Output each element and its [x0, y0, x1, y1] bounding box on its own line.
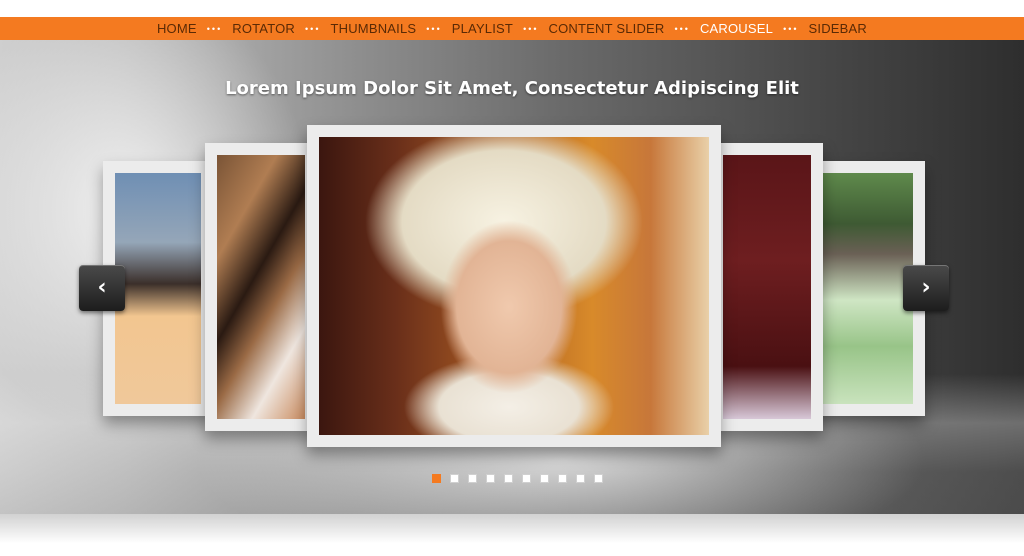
carousel-slide-right[interactable] [711, 143, 823, 431]
slide-photo [823, 173, 913, 404]
pagination-dot-3[interactable] [468, 474, 477, 483]
slide-photo-featured [319, 137, 709, 435]
nav-carousel[interactable]: CAROUSEL [700, 21, 773, 36]
stage-bottom-shadow [0, 514, 1024, 556]
nav-separator: ••• [523, 23, 539, 34]
top-strip [0, 0, 1024, 17]
pagination-dot-7[interactable] [540, 474, 549, 483]
nav-separator: ••• [674, 23, 690, 34]
chevron-left-icon: ‹ [97, 275, 107, 300]
carousel-stage: Lorem Ipsum Dolor Sit Amet, Consectetur … [0, 40, 1024, 514]
carousel-slide-center[interactable] [307, 125, 721, 447]
pagination-dot-5[interactable] [504, 474, 513, 483]
nav-thumbnails[interactable]: THUMBNAILS [330, 21, 416, 36]
pagination-dot-8[interactable] [558, 474, 567, 483]
nav-separator: ••• [783, 23, 799, 34]
nav-home[interactable]: HOME [157, 21, 197, 36]
nav-rotator[interactable]: ROTATOR [232, 21, 295, 36]
nav-playlist[interactable]: PLAYLIST [452, 21, 513, 36]
slide-photo [723, 155, 811, 419]
pagination-dot-9[interactable] [576, 474, 585, 483]
slide-caption: Lorem Ipsum Dolor Sit Amet, Consectetur … [225, 78, 799, 99]
nav-content-slider[interactable]: CONTENT SLIDER [549, 21, 665, 36]
pagination-dot-10[interactable] [594, 474, 603, 483]
chevron-right-icon: › [921, 275, 931, 300]
next-button[interactable]: › [903, 265, 949, 311]
prev-button[interactable]: ‹ [79, 265, 125, 311]
nav-separator: ••• [305, 23, 321, 34]
slide-pagination [432, 474, 612, 483]
nav-sidebar[interactable]: SIDEBAR [809, 21, 867, 36]
main-navigation: HOME ••• ROTATOR ••• THUMBNAILS ••• PLAY… [0, 17, 1024, 40]
slide-photo [115, 173, 201, 404]
pagination-dot-6[interactable] [522, 474, 531, 483]
pagination-dot-4[interactable] [486, 474, 495, 483]
pagination-dot-2[interactable] [450, 474, 459, 483]
nav-separator: ••• [426, 23, 442, 34]
slide-photo [217, 155, 305, 419]
carousel-slide-left[interactable] [205, 143, 317, 431]
pagination-dot-1[interactable] [432, 474, 441, 483]
nav-separator: ••• [206, 23, 223, 34]
